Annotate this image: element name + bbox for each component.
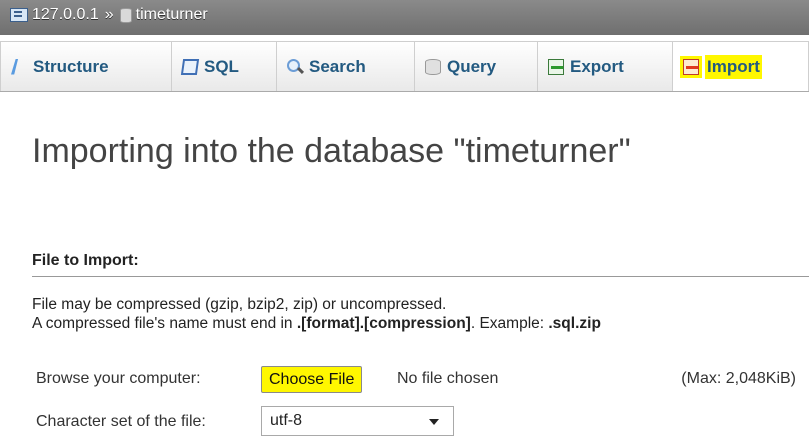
breadcrumb-server-label[interactable]: 127.0.0.1 [32, 0, 99, 30]
tab-structure[interactable]: Structure [0, 41, 172, 91]
charset-select[interactable]: utf-8 [261, 406, 454, 436]
tab-search[interactable]: Search [276, 41, 415, 91]
tab-sql[interactable]: SQL [171, 41, 277, 91]
tab-export[interactable]: Export [537, 41, 673, 91]
choose-file-button[interactable]: Choose File [261, 366, 363, 393]
charset-row: Character set of the file: utf-8 [36, 406, 796, 436]
note-prefix: A compressed file's name must end in [32, 315, 297, 332]
browse-row: Browse your computer: Choose File No fil… [36, 366, 796, 396]
page-title: Importing into the database "timeturner" [32, 132, 631, 170]
compression-note: File may be compressed (gzip, bzip2, zip… [32, 295, 601, 333]
import-icon [683, 58, 699, 75]
tab-query-label: Query [447, 56, 497, 76]
sql-icon [180, 58, 200, 75]
tab-import[interactable]: Import [672, 41, 809, 91]
query-icon [425, 58, 441, 75]
max-size-text: (Max: 2,048KiB) [681, 370, 796, 387]
database-icon [119, 7, 132, 23]
browse-label: Browse your computer: [36, 370, 201, 387]
note-mid: . Example: [470, 315, 549, 332]
search-icon [287, 58, 303, 75]
no-file-chosen-text: No file chosen [397, 370, 499, 387]
compression-note-line1: File may be compressed (gzip, bzip2, zip… [32, 296, 447, 313]
breadcrumb: 127.0.0.1 » timeturner [0, 0, 809, 35]
export-icon [548, 58, 564, 75]
chevron-down-icon [429, 419, 439, 425]
tab-query[interactable]: Query [414, 41, 538, 91]
breadcrumb-separator: » [104, 6, 114, 23]
compression-note-line2: A compressed file's name must end in .[f… [32, 314, 601, 333]
note-example: .sql.zip [548, 315, 601, 332]
tab-structure-label: Structure [33, 56, 109, 76]
charset-label: Character set of the file: [36, 413, 206, 430]
tab-search-label: Search [309, 56, 366, 76]
structure-icon [11, 58, 19, 75]
tab-bar: Structure SQL Search Query Export Import [0, 41, 809, 92]
tab-import-label: Import [705, 54, 762, 79]
breadcrumb-database-label[interactable]: timeturner [136, 0, 208, 30]
breadcrumb-database[interactable]: timeturner [119, 0, 208, 30]
legend-divider [32, 276, 809, 277]
server-icon [10, 8, 28, 22]
charset-selected-value: utf-8 [270, 412, 303, 429]
note-format: .[format].[compression] [296, 315, 471, 332]
tab-export-label: Export [570, 56, 624, 76]
tab-sql-label: SQL [204, 56, 239, 76]
file-to-import-legend: File to Import: [32, 252, 139, 269]
breadcrumb-server[interactable]: 127.0.0.1 [10, 0, 99, 30]
